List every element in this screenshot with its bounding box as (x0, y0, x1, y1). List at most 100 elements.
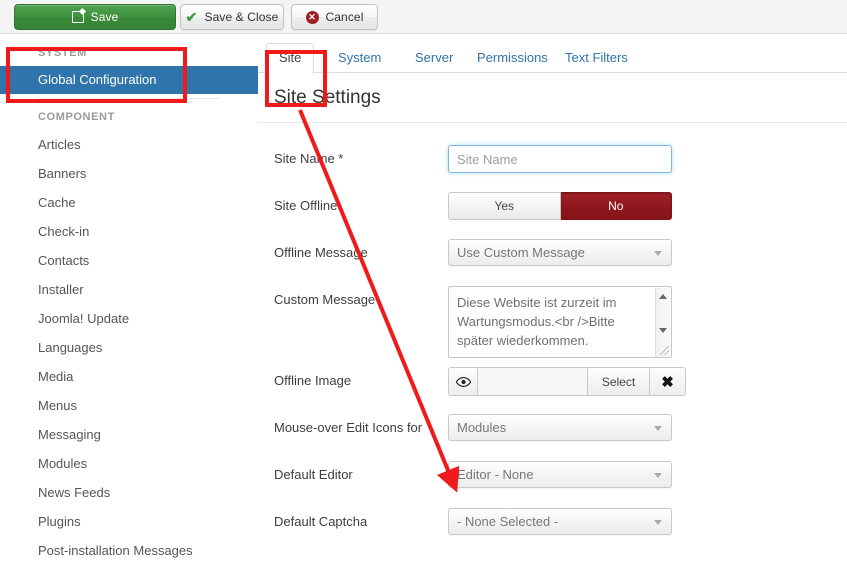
tab-label: Permissions (477, 50, 548, 65)
sidebar-item-check-in[interactable]: Check-in (0, 217, 258, 246)
cancel-circle-icon: ✕ (305, 10, 319, 24)
custom-message-value: Diese Website ist zurzeit im Wartungsmod… (457, 295, 617, 348)
sidebar-item-joomla-update[interactable]: Joomla! Update (0, 304, 258, 333)
chevron-down-icon (654, 426, 662, 431)
check-icon: ✔ (185, 9, 198, 25)
offline-image-input[interactable] (478, 367, 588, 396)
site-offline-yes-button[interactable]: Yes (448, 192, 561, 220)
tab-system[interactable]: System (326, 44, 393, 74)
sidebar-item-label: Plugins (38, 514, 81, 529)
sidebar-item-menus[interactable]: Menus (0, 391, 258, 420)
sidebar-item-label: Menus (38, 398, 78, 413)
sidebar-section-component: COMPONENT (38, 111, 115, 123)
form-row-offline-message: Offline Message Use Custom Message (258, 239, 847, 286)
site-offline-no-button[interactable]: No (560, 192, 672, 220)
sidebar-item-messaging[interactable]: Messaging (0, 420, 258, 449)
sidebar-item-label: Cache (38, 195, 76, 210)
sidebar-item-label: Joomla! Update (38, 311, 130, 326)
site-settings-form: Site Name * Site Offline Yes No Offline … (258, 123, 847, 555)
save-and-close-button[interactable]: ✔ Save & Close (180, 4, 284, 30)
eye-icon[interactable] (448, 367, 478, 396)
sidebar-item-languages[interactable]: Languages (0, 333, 258, 362)
offline-message-label: Offline Message (274, 245, 368, 260)
site-name-label: Site Name * (274, 151, 344, 166)
site-offline-yes-label: Yes (494, 199, 515, 213)
chevron-down-icon (654, 251, 662, 256)
eye-icon-glyph (455, 376, 471, 387)
sidebar-item-label: Check-in (38, 224, 90, 239)
sidebar-item-label: Global Configuration (38, 72, 157, 87)
sidebar-item-articles[interactable]: Articles (0, 130, 258, 159)
form-row-mouseover-edit-icons: Mouse-over Edit Icons for Modules (258, 414, 847, 461)
default-captcha-select[interactable]: - None Selected - (448, 508, 672, 535)
mouseover-edit-icons-value: Modules (457, 420, 507, 435)
save-button-label: Save (90, 10, 119, 24)
tab-bar: Site System Server Permissions Text Filt… (258, 35, 847, 75)
default-editor-label: Default Editor (274, 467, 353, 482)
site-offline-no-label: No (608, 199, 624, 213)
form-row-default-captcha: Default Captcha - None Selected - (258, 508, 847, 555)
sidebar-item-label: News Feeds (38, 485, 111, 500)
mouseover-edit-icons-label: Mouse-over Edit Icons for (274, 420, 423, 435)
sidebar-item-modules[interactable]: Modules (0, 449, 258, 478)
scroll-up-icon[interactable] (659, 294, 667, 299)
sidebar-item-global-configuration[interactable]: Global Configuration (0, 66, 258, 94)
close-x-icon: ✖ (661, 373, 674, 391)
offline-image-select-button[interactable]: Select (588, 367, 650, 396)
tab-server[interactable]: Server (403, 44, 465, 74)
cancel-button-label: Cancel (325, 10, 364, 24)
sidebar-item-label: Contacts (38, 253, 90, 268)
pencil-square-icon (71, 11, 84, 23)
global-configuration-screen: Save ✔ Save & Close ✕ Cancel SYSTEM Glob… (0, 0, 847, 568)
sidebar-section-system: SYSTEM (38, 47, 87, 59)
sidebar-item-label: Post-installation Messages (38, 543, 193, 558)
tab-permissions[interactable]: Permissions (465, 44, 560, 74)
sidebar-item-label: Messaging (38, 427, 101, 442)
offline-image-clear-button[interactable]: ✖ (650, 367, 686, 396)
tab-label: System (338, 50, 382, 65)
tab-label: Site (279, 50, 302, 65)
sidebar-item-label: Media (38, 369, 74, 384)
page-title: Site Settings (258, 73, 847, 123)
sidebar-item-installer[interactable]: Installer (0, 275, 258, 304)
cancel-button[interactable]: ✕ Cancel (291, 4, 378, 30)
sidebar-item-cache[interactable]: Cache (0, 188, 258, 217)
tab-site[interactable]: Site (266, 43, 315, 75)
resize-grip-icon[interactable] (660, 346, 669, 355)
scroll-down-icon[interactable] (659, 328, 667, 333)
save-button[interactable]: Save (14, 4, 176, 30)
site-name-input[interactable] (448, 145, 672, 173)
form-row-custom-message: Custom Message Diese Website ist zurzeit… (258, 286, 847, 367)
mouseover-edit-icons-select[interactable]: Modules (448, 414, 672, 441)
form-row-site-offline: Site Offline Yes No (258, 192, 847, 239)
site-offline-toggle[interactable]: Yes No (448, 192, 672, 220)
sidebar-item-plugins[interactable]: Plugins (0, 507, 258, 536)
sidebar-item-label: Banners (38, 166, 87, 181)
toolbar: Save ✔ Save & Close ✕ Cancel (0, 0, 847, 34)
offline-image-field: Select ✖ (448, 367, 686, 396)
custom-message-textarea[interactable]: Diese Website ist zurzeit im Wartungsmod… (448, 286, 672, 358)
save-and-close-button-label: Save & Close (204, 10, 279, 24)
tab-label: Text Filters (565, 50, 628, 65)
custom-message-label: Custom Message (274, 292, 376, 307)
sidebar-item-media[interactable]: Media (0, 362, 258, 391)
offline-message-select[interactable]: Use Custom Message (448, 239, 672, 266)
offline-message-value: Use Custom Message (457, 245, 585, 260)
chevron-down-icon (654, 520, 662, 525)
sidebar-item-label: Languages (38, 340, 103, 355)
chevron-down-icon (654, 473, 662, 478)
site-offline-label: Site Offline (274, 198, 338, 213)
sidebar-item-news-feeds[interactable]: News Feeds (0, 478, 258, 507)
sidebar-item-label: Modules (38, 456, 88, 471)
default-editor-select[interactable]: Editor - None (448, 461, 672, 488)
sidebar-item-label: Installer (38, 282, 84, 297)
sidebar: SYSTEM Global Configuration COMPONENT Ar… (0, 35, 258, 568)
default-editor-value: Editor - None (457, 467, 534, 482)
form-row-default-editor: Default Editor Editor - None (258, 461, 847, 508)
tab-text-filters[interactable]: Text Filters (553, 44, 640, 74)
sidebar-item-contacts[interactable]: Contacts (0, 246, 258, 275)
sidebar-item-banners[interactable]: Banners (0, 159, 258, 188)
sidebar-item-label: Articles (38, 137, 81, 152)
offline-image-label: Offline Image (274, 373, 352, 388)
sidebar-item-post-installation-messages[interactable]: Post-installation Messages (0, 536, 258, 565)
